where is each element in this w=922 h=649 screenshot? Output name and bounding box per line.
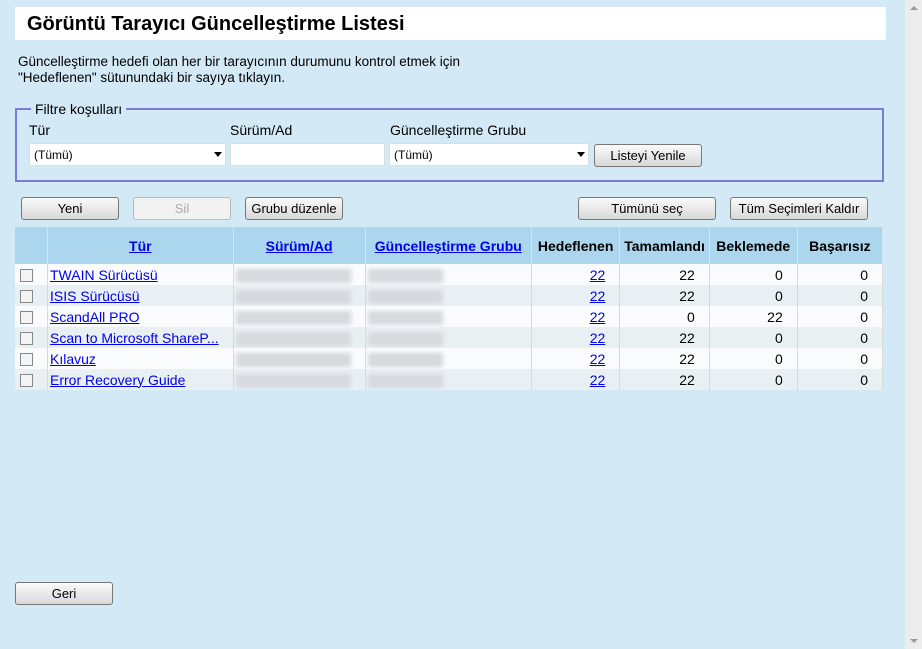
completed-cell: 22 [619, 264, 710, 285]
header-group[interactable]: Güncelleştirme Grubu [365, 227, 532, 264]
header-type[interactable]: Tür [47, 227, 234, 264]
failed-cell: 0 [797, 327, 884, 348]
update-table: Tür Sürüm/Ad Güncelleştirme Grubu Hedefl… [15, 227, 884, 390]
type-label: Tür [29, 122, 50, 138]
pending-cell: 0 [709, 327, 798, 348]
group-cell-redacted [365, 327, 532, 348]
back-button[interactable]: Geri [15, 582, 113, 605]
completed-cell: 22 [619, 369, 710, 390]
pending-cell: 22 [709, 306, 798, 327]
table-row: Error Recovery Guide 22 22 0 0 [15, 369, 884, 390]
header-failed: Başarısız [797, 227, 884, 264]
failed-cell: 0 [797, 285, 884, 306]
version-cell-redacted [233, 369, 366, 390]
table-row: Scan to Microsoft ShareP... 22 22 0 0 [15, 327, 884, 348]
group-select[interactable]: (Tümü) [389, 143, 589, 166]
select-all-button[interactable]: Tümünü seç [578, 197, 716, 220]
scroll-up-icon[interactable] [910, 6, 918, 10]
pending-cell: 0 [709, 264, 798, 285]
group-cell-redacted [365, 348, 532, 369]
row-checkbox[interactable] [20, 311, 33, 325]
chevron-down-icon [577, 152, 585, 157]
table-row: ISIS Sürücüsü 22 22 0 0 [15, 285, 884, 306]
completed-cell: 0 [619, 306, 710, 327]
failed-cell: 0 [797, 264, 884, 285]
filter-legend: Filtre koşulları [35, 101, 123, 117]
edit-group-button[interactable]: Grubu düzenle [245, 197, 343, 220]
scroll-down-icon[interactable] [910, 639, 918, 643]
targeted-link[interactable]: 22 [590, 309, 606, 325]
row-checkbox[interactable] [20, 374, 33, 388]
chevron-down-icon [214, 152, 222, 157]
group-cell-redacted [365, 285, 532, 306]
failed-cell: 0 [797, 348, 884, 369]
new-button[interactable]: Yeni [21, 197, 119, 220]
page-title: Görüntü Tarayıcı Güncelleştirme Listesi [15, 7, 886, 40]
pending-cell: 0 [709, 369, 798, 390]
table-row: TWAIN Sürücüsü 22 22 0 0 [15, 264, 884, 285]
row-checkbox[interactable] [20, 353, 33, 367]
version-label: Sürüm/Ad [230, 122, 293, 138]
refresh-list-button[interactable]: Listeyi Yenile [594, 144, 702, 167]
failed-cell: 0 [797, 369, 884, 390]
header-version[interactable]: Sürüm/Ad [233, 227, 366, 264]
targeted-link[interactable]: 22 [590, 372, 606, 388]
type-link[interactable]: Scan to Microsoft ShareP... [50, 330, 219, 346]
group-cell-redacted [365, 264, 532, 285]
completed-cell: 22 [619, 348, 710, 369]
pending-cell: 0 [709, 285, 798, 306]
description: Güncelleştirme hedefi olan her bir taray… [18, 54, 460, 85]
type-link[interactable]: TWAIN Sürücüsü [50, 267, 158, 283]
type-link[interactable]: ISIS Sürücüsü [50, 288, 140, 304]
delete-button[interactable]: Sil [133, 197, 231, 220]
header-targeted: Hedeflenen [531, 227, 621, 264]
clear-all-button[interactable]: Tüm Seçimleri Kaldır [730, 197, 868, 220]
table-row: ScandAll PRO 22 0 22 0 [15, 306, 884, 327]
version-cell-redacted [233, 348, 366, 369]
failed-cell: 0 [797, 306, 884, 327]
type-select[interactable]: (Tümü) [29, 143, 226, 166]
header-completed: Tamamlandı [619, 227, 710, 264]
completed-cell: 22 [619, 285, 710, 306]
targeted-link[interactable]: 22 [590, 267, 606, 283]
group-cell-redacted [365, 306, 532, 327]
version-input[interactable] [230, 143, 385, 166]
scrollbar[interactable] [905, 0, 922, 649]
row-checkbox[interactable] [20, 269, 33, 283]
version-cell-redacted [233, 285, 366, 306]
header-pending: Beklemede [709, 227, 798, 264]
filter-panel: Filtre koşulları [15, 101, 884, 182]
type-link[interactable]: ScandAll PRO [50, 309, 139, 325]
targeted-link[interactable]: 22 [590, 288, 606, 304]
version-cell-redacted [233, 264, 366, 285]
row-checkbox[interactable] [20, 290, 33, 304]
type-link[interactable]: Error Recovery Guide [50, 372, 185, 388]
targeted-link[interactable]: 22 [590, 351, 606, 367]
pending-cell: 0 [709, 348, 798, 369]
group-cell-redacted [365, 369, 532, 390]
version-cell-redacted [233, 327, 366, 348]
type-link[interactable]: Kılavuz [50, 351, 96, 367]
group-label: Güncelleştirme Grubu [390, 122, 527, 138]
table-row: Kılavuz 22 22 0 0 [15, 348, 884, 369]
completed-cell: 22 [619, 327, 710, 348]
version-cell-redacted [233, 306, 366, 327]
targeted-link[interactable]: 22 [590, 330, 606, 346]
row-checkbox[interactable] [20, 332, 33, 346]
